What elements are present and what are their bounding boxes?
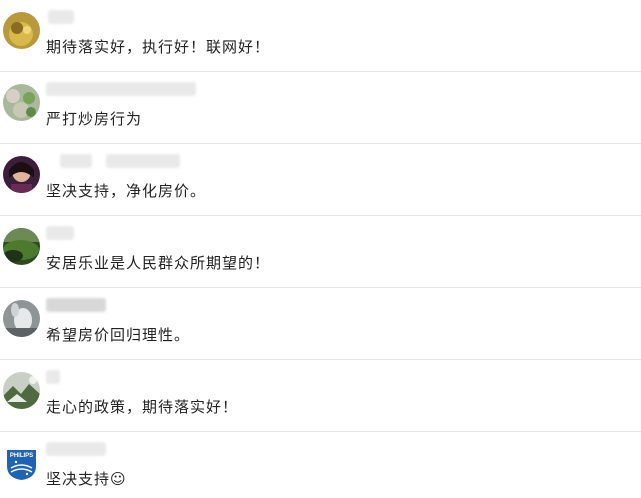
username-blurred[interactable] [46,370,60,384]
avatar[interactable] [3,372,40,409]
avatar[interactable] [3,300,40,337]
username-blurred[interactable] [106,154,180,168]
username-blurred[interactable] [46,442,106,456]
username-blurred[interactable] [46,226,74,240]
username-blurred[interactable] [60,154,92,168]
comment-text: 期待落实好，执行好！联网好！ [46,38,271,56]
philips-logo-text: PHILIPS [10,453,33,459]
comment-item: PHILIPS 坚决支持☺ [0,432,641,498]
comment-item: 期待落实好，执行好！联网好！ [0,0,641,72]
comment-text: 坚决支持，净化房价。 [46,182,207,200]
comment-item: 安居乐业是人民群众所期望的！ [0,216,641,288]
comment-text: 走心的政策，期待落实好！ [46,398,239,416]
avatar[interactable] [3,156,40,193]
comment-list: 期待落实好，执行好！联网好！ 严打炒房行为 坚决支持，净化房价。 安居乐业是人民… [0,0,641,498]
avatar-golden-animal-image [3,12,40,49]
comment-text: 希望房价回归理性。 [46,326,191,344]
avatar-woman-portrait-image [3,156,40,193]
avatar[interactable] [3,84,40,121]
comment-item: 坚决支持，净化房价。 [0,144,641,216]
comment-item: 严打炒房行为 [0,72,641,144]
username-blurred[interactable] [46,298,106,312]
avatar-rocks-nature-image [3,372,40,409]
username-blurred[interactable] [48,10,74,24]
comment-text: 安居乐业是人民群众所期望的！ [46,254,271,272]
comment-item: 希望房价回归理性。 [0,288,641,360]
comment-text: 坚决支持☺ [46,470,127,488]
avatar[interactable] [3,228,40,265]
philips-logo: PHILIPS [3,444,40,481]
avatar[interactable]: PHILIPS [3,444,40,481]
avatar-flowers-garden-image [3,84,40,121]
username-blurred[interactable] [46,82,196,96]
comment-item: 走心的政策，期待落实好！ [0,360,641,432]
avatar-green-landscape-image [3,228,40,265]
comment-text: 严打炒房行为 [46,110,143,128]
avatar-grey-animal-image [3,300,40,337]
avatar[interactable] [3,12,40,49]
